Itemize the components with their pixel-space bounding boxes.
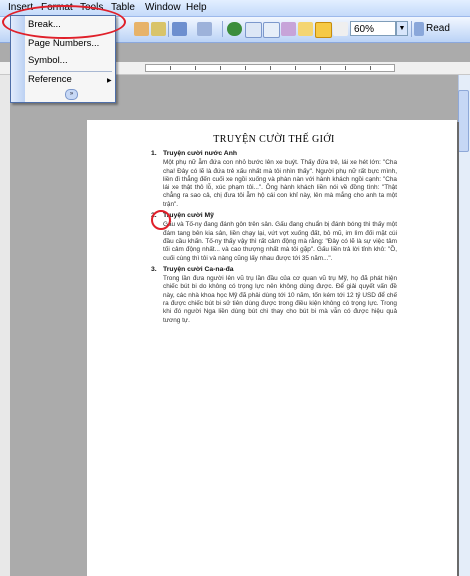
tables-borders-icon[interactable] [245,22,262,38]
document-body: TRUYỆN CƯỜI THẾ GIỚI 1. Truyện cười nước … [151,134,397,328]
list-item-body: Một phụ nữ ẵm đứa con nhỏ bước lên xe bu… [163,159,397,208]
ruler-tick [220,66,221,70]
ruler-tick [295,66,296,70]
vertical-ruler[interactable] [0,75,10,576]
insert-table-icon[interactable] [263,22,280,38]
ruler-tick [320,66,321,70]
document-map-icon[interactable] [333,22,348,36]
list-number: 1. [151,150,157,157]
list-item-heading: 3. Truyện cười Ca-na-đa [151,266,397,274]
list-number: 3. [151,265,157,273]
annotation-circle [151,210,171,230]
document-title: TRUYỆN CƯỜI THẾ GIỚI [213,134,335,145]
menu-separator [28,71,112,72]
drawing-icon[interactable] [315,22,332,38]
help-icon[interactable] [414,22,424,36]
toolbar-separator [411,21,412,37]
menu-item-symbol[interactable]: Symbol... [28,55,68,67]
ruler-tick [195,66,196,70]
hyperlink-icon[interactable] [227,22,242,36]
list-item-heading: 1. Truyện cười nước Anh [151,150,397,158]
scrollbar-thumb[interactable] [458,90,469,152]
redo-icon[interactable] [197,22,212,36]
list-item-heading: 2. Truyện cười Mỹ [151,212,397,220]
menu-window[interactable]: Window [145,2,181,14]
annotation-circle [2,5,126,39]
heading-text: Truyện cười nước Anh [163,150,238,157]
menu-item-page-numbers[interactable]: Page Numbers... [28,38,99,50]
zoom-box[interactable]: 60% [350,21,396,36]
read-button[interactable]: Read [426,21,450,36]
format-painter-icon[interactable] [151,22,166,36]
menu-item-reference[interactable]: Reference [28,74,72,86]
ruler-tick [345,66,346,70]
ruler-tick [370,66,371,70]
list-item-body: Gấu và Tố-ny đang đánh gôn trên sân. Gấu… [163,221,397,262]
toolbar-separator [222,21,223,37]
ruler-tick [270,66,271,70]
chevron-down-icon[interactable]: ▼ [396,21,408,36]
ruler-tick [170,66,171,70]
document-page[interactable]: TRUYỆN CƯỜI THẾ GIỚI 1. Truyện cười nước … [87,120,457,576]
expand-menu-icon[interactable]: » [65,89,78,100]
toolbar-separator [168,21,169,37]
undo-icon[interactable] [172,22,187,36]
insert-excel-icon[interactable] [281,22,296,36]
ruler-tick [245,66,246,70]
menu-help[interactable]: Help [186,2,207,14]
list-item-body: Trong lần đưa người lên vũ trụ lần đầu c… [163,275,397,324]
columns-icon[interactable] [298,22,313,36]
chevron-right-icon: ▶ [107,78,112,84]
heading-text: Truyện cười Ca-na-đa [163,265,234,273]
paste-icon[interactable] [134,22,149,36]
